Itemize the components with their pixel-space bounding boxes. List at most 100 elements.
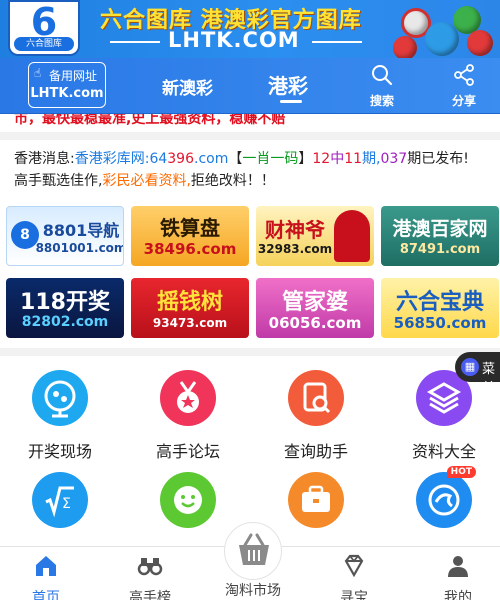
tab-treasure[interactable]: 寻宝 bbox=[314, 553, 394, 600]
ad-8801-nav[interactable]: 8 8801导航 8801001.com bbox=[6, 206, 124, 266]
ad-title: 港澳百家网 bbox=[392, 218, 488, 240]
ad-title: 六合宝典 bbox=[395, 290, 484, 315]
ad-gangao-baijia[interactable]: 港澳百家网 87491.com bbox=[381, 206, 499, 266]
news-count: 11 bbox=[344, 151, 363, 167]
ad-title: 铁算盘 bbox=[160, 216, 220, 240]
news-site-name[interactable]: 香港彩库网: bbox=[75, 151, 150, 167]
ad-grid: 8 8801导航 8801001.com 铁算盘 38496.com 财神爷 3… bbox=[0, 200, 500, 348]
share-button[interactable]: 分享 bbox=[444, 64, 484, 109]
feature-label: 资料大全 bbox=[411, 442, 476, 461]
feature-kaijiang-live[interactable]: 开奖现场 bbox=[10, 370, 110, 462]
feature-label: 开奖现场 bbox=[27, 442, 92, 461]
svg-text:Σ: Σ bbox=[62, 496, 71, 512]
feature-gaoshou-forum[interactable]: 高手论坛 bbox=[138, 370, 238, 462]
ad-url: 56850.com bbox=[393, 314, 487, 332]
ad-yaoqianshu[interactable]: 摇钱树 93473.com bbox=[131, 278, 249, 338]
medal-icon bbox=[160, 370, 216, 426]
ad-title: 8801导航 bbox=[42, 221, 120, 240]
ad-url: 38496.com bbox=[143, 240, 237, 258]
backup-url-button[interactable]: ☝ 备用网址 LHTK.com bbox=[28, 62, 106, 108]
tab-gangcai[interactable]: 港彩 bbox=[268, 70, 308, 99]
logo-label: 六合图库 bbox=[14, 37, 74, 51]
ad-title: 管家婆 bbox=[281, 290, 348, 315]
ad-url: 8801001.com bbox=[35, 241, 124, 255]
news-prefix: 香港消息: bbox=[14, 151, 75, 167]
tab-xinaocai[interactable]: 新澳彩 bbox=[162, 74, 213, 99]
divider bbox=[110, 41, 160, 43]
search-label: 搜索 bbox=[369, 94, 394, 108]
news-site-num: 64 bbox=[149, 151, 168, 167]
divider bbox=[312, 41, 362, 43]
lottery-balls-image bbox=[393, 2, 500, 58]
market-center-label: 淘料市场 bbox=[225, 583, 281, 599]
news-issue: 037 bbox=[380, 151, 408, 167]
floating-menu-label: 菜单 bbox=[482, 362, 496, 396]
tab-label: 首页 bbox=[32, 590, 60, 600]
feature-smiley[interactable] bbox=[138, 472, 238, 540]
market-center-button[interactable] bbox=[224, 522, 282, 580]
announcement-marquee: 市，最快最稳最准,史上最强资料，稳赚不赔 bbox=[0, 114, 500, 132]
ad-url: 82802.com bbox=[21, 314, 109, 330]
news-count: 期, bbox=[362, 151, 381, 167]
search-doc-icon bbox=[288, 370, 344, 426]
news-site-suffix: .com bbox=[194, 151, 229, 167]
news-text: 拒绝改料！！ bbox=[190, 173, 275, 189]
news-text: 高手甄选佳作, bbox=[14, 173, 103, 189]
site-logo[interactable]: 6 六合图库 bbox=[8, 0, 80, 56]
ad-url: 06056.com bbox=[268, 314, 362, 332]
top-navbar: ☝ 备用网址 LHTK.com 新澳彩 港彩 搜索 分享 bbox=[0, 58, 500, 114]
tab-label: 高手榜 bbox=[129, 590, 171, 600]
news-text: 彩民必看资料, bbox=[102, 173, 191, 189]
search-button[interactable]: 搜索 bbox=[362, 64, 402, 109]
tab-label: 我的 bbox=[444, 590, 472, 600]
news-line-2: 高手甄选佳作,彩民必看资料,拒绝改料！！ bbox=[14, 170, 486, 192]
user-icon bbox=[448, 556, 468, 577]
floating-menu-button[interactable]: ▦ 菜单 bbox=[455, 352, 500, 396]
ad-caishenye[interactable]: 财神爷 32983.com bbox=[256, 206, 374, 266]
ad-tiesuanpan[interactable]: 铁算盘 38496.com bbox=[131, 206, 249, 266]
backup-label: 备用网址 bbox=[48, 69, 97, 83]
feature-label: 查询助手 bbox=[283, 442, 348, 461]
ad-118-kaijiang[interactable]: 118开奖 82802.com bbox=[6, 278, 124, 338]
ad-liuhe-baodian[interactable]: 六合宝典 56850.com bbox=[381, 278, 499, 338]
hot-badge: HOT bbox=[446, 466, 476, 478]
news-count: 中 bbox=[330, 151, 345, 167]
shopping-basket-icon bbox=[239, 533, 269, 565]
ad-guanjiapo[interactable]: 管家婆 06056.com bbox=[256, 278, 374, 338]
tab-gaoshou-rank[interactable]: 高手榜 bbox=[110, 553, 190, 600]
header-banner: 6 六合图库 六合图库 港澳彩官方图库 LHTK.COM bbox=[0, 0, 500, 58]
briefcase-icon bbox=[288, 472, 344, 528]
share-label: 分享 bbox=[451, 94, 476, 108]
marquee-text: 市，最快最稳最准,史上最强资料，稳赚不赔 bbox=[14, 114, 286, 127]
banner-url: LHTK.COM bbox=[168, 28, 300, 52]
diamond-icon bbox=[344, 554, 364, 578]
zodiac-icon: HOT bbox=[416, 466, 476, 528]
smiley-icon bbox=[160, 472, 216, 528]
search-icon bbox=[372, 65, 393, 86]
lottery-ball-icon bbox=[32, 370, 88, 426]
feature-grid: 开奖现场 高手论坛 查询助手 资料大全 Σ HOT bbox=[0, 356, 500, 546]
feature-query-helper[interactable]: 查询助手 bbox=[266, 370, 366, 462]
feature-data-collection[interactable]: 资料大全 bbox=[394, 370, 494, 462]
news-count: 12 bbox=[312, 151, 331, 167]
active-tab-indicator bbox=[280, 100, 302, 103]
tab-label: 寻宝 bbox=[340, 590, 368, 600]
feature-formula[interactable]: Σ bbox=[10, 472, 110, 540]
feature-zodiac[interactable]: HOT bbox=[394, 466, 494, 540]
news-bracket-text: 一肖一码 bbox=[242, 151, 299, 167]
formula-icon: Σ bbox=[32, 472, 88, 528]
feature-label: 高手论坛 bbox=[155, 442, 220, 461]
binoculars-icon bbox=[137, 558, 163, 576]
ad-title: 118开奖 bbox=[20, 290, 110, 315]
tab-home[interactable]: 首页 bbox=[6, 553, 86, 600]
god-of-wealth-image bbox=[334, 210, 370, 262]
news-site-num: 396 bbox=[167, 151, 194, 167]
news-bracket: 】 bbox=[298, 151, 313, 167]
ad-url: 87491.com bbox=[399, 242, 481, 257]
hand-pointer-icon: ☝ bbox=[34, 66, 42, 80]
tab-mine[interactable]: 我的 bbox=[418, 553, 498, 600]
news-notice: 香港消息:香港彩库网:64396.com【一肖一码】12中11期,037期已发布… bbox=[0, 140, 500, 200]
news-issue: 期已发布! bbox=[407, 151, 469, 167]
news-bracket: 【 bbox=[228, 151, 243, 167]
home-icon bbox=[36, 556, 56, 576]
